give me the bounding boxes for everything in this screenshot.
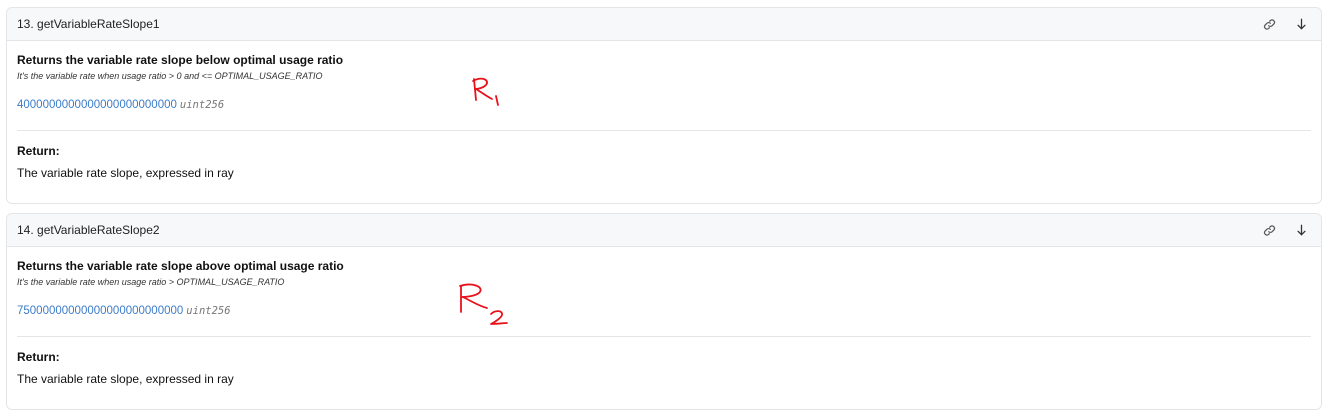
function-title: 14. getVariableRateSlope2 bbox=[17, 223, 160, 237]
return-value[interactable]: 75000000000000000000000000 bbox=[17, 305, 183, 317]
arrow-down-icon[interactable] bbox=[1293, 222, 1309, 238]
function-description: Returns the variable rate slope below op… bbox=[17, 53, 344, 67]
return-label: Return: bbox=[17, 350, 60, 364]
card-body: Returns the variable rate slope below op… bbox=[7, 41, 1321, 181]
value-line: 4000000000000000000000000 uint256 bbox=[17, 98, 1311, 112]
card-body: Returns the variable rate slope above op… bbox=[7, 247, 1321, 387]
link-icon[interactable] bbox=[1261, 16, 1277, 32]
function-subtext: It's the variable rate when usage ratio … bbox=[17, 71, 323, 81]
function-card: 14. getVariableRateSlope2 Returns the va… bbox=[6, 213, 1322, 410]
return-value[interactable]: 4000000000000000000000000 bbox=[17, 99, 177, 111]
value-type: uint256 bbox=[186, 305, 231, 317]
function-subtext: It's the variable rate when usage ratio … bbox=[17, 277, 285, 287]
return-description: The variable rate slope, expressed in ra… bbox=[17, 166, 234, 180]
divider bbox=[17, 336, 1311, 337]
return-label: Return: bbox=[17, 144, 60, 158]
link-icon[interactable] bbox=[1261, 222, 1277, 238]
function-title: 13. getVariableRateSlope1 bbox=[17, 17, 160, 31]
value-type: uint256 bbox=[179, 99, 225, 111]
arrow-down-icon[interactable] bbox=[1293, 16, 1309, 32]
divider bbox=[17, 130, 1311, 131]
value-line: 75000000000000000000000000 uint256 bbox=[17, 304, 1311, 318]
card-header[interactable]: 14. getVariableRateSlope2 bbox=[7, 214, 1321, 247]
header-actions bbox=[1261, 222, 1309, 238]
function-card: 13. getVariableRateSlope1 Returns the va… bbox=[6, 7, 1322, 204]
return-description: The variable rate slope, expressed in ra… bbox=[17, 372, 234, 386]
function-description: Returns the variable rate slope above op… bbox=[17, 259, 344, 273]
card-header[interactable]: 13. getVariableRateSlope1 bbox=[7, 8, 1321, 41]
header-actions bbox=[1261, 16, 1309, 32]
